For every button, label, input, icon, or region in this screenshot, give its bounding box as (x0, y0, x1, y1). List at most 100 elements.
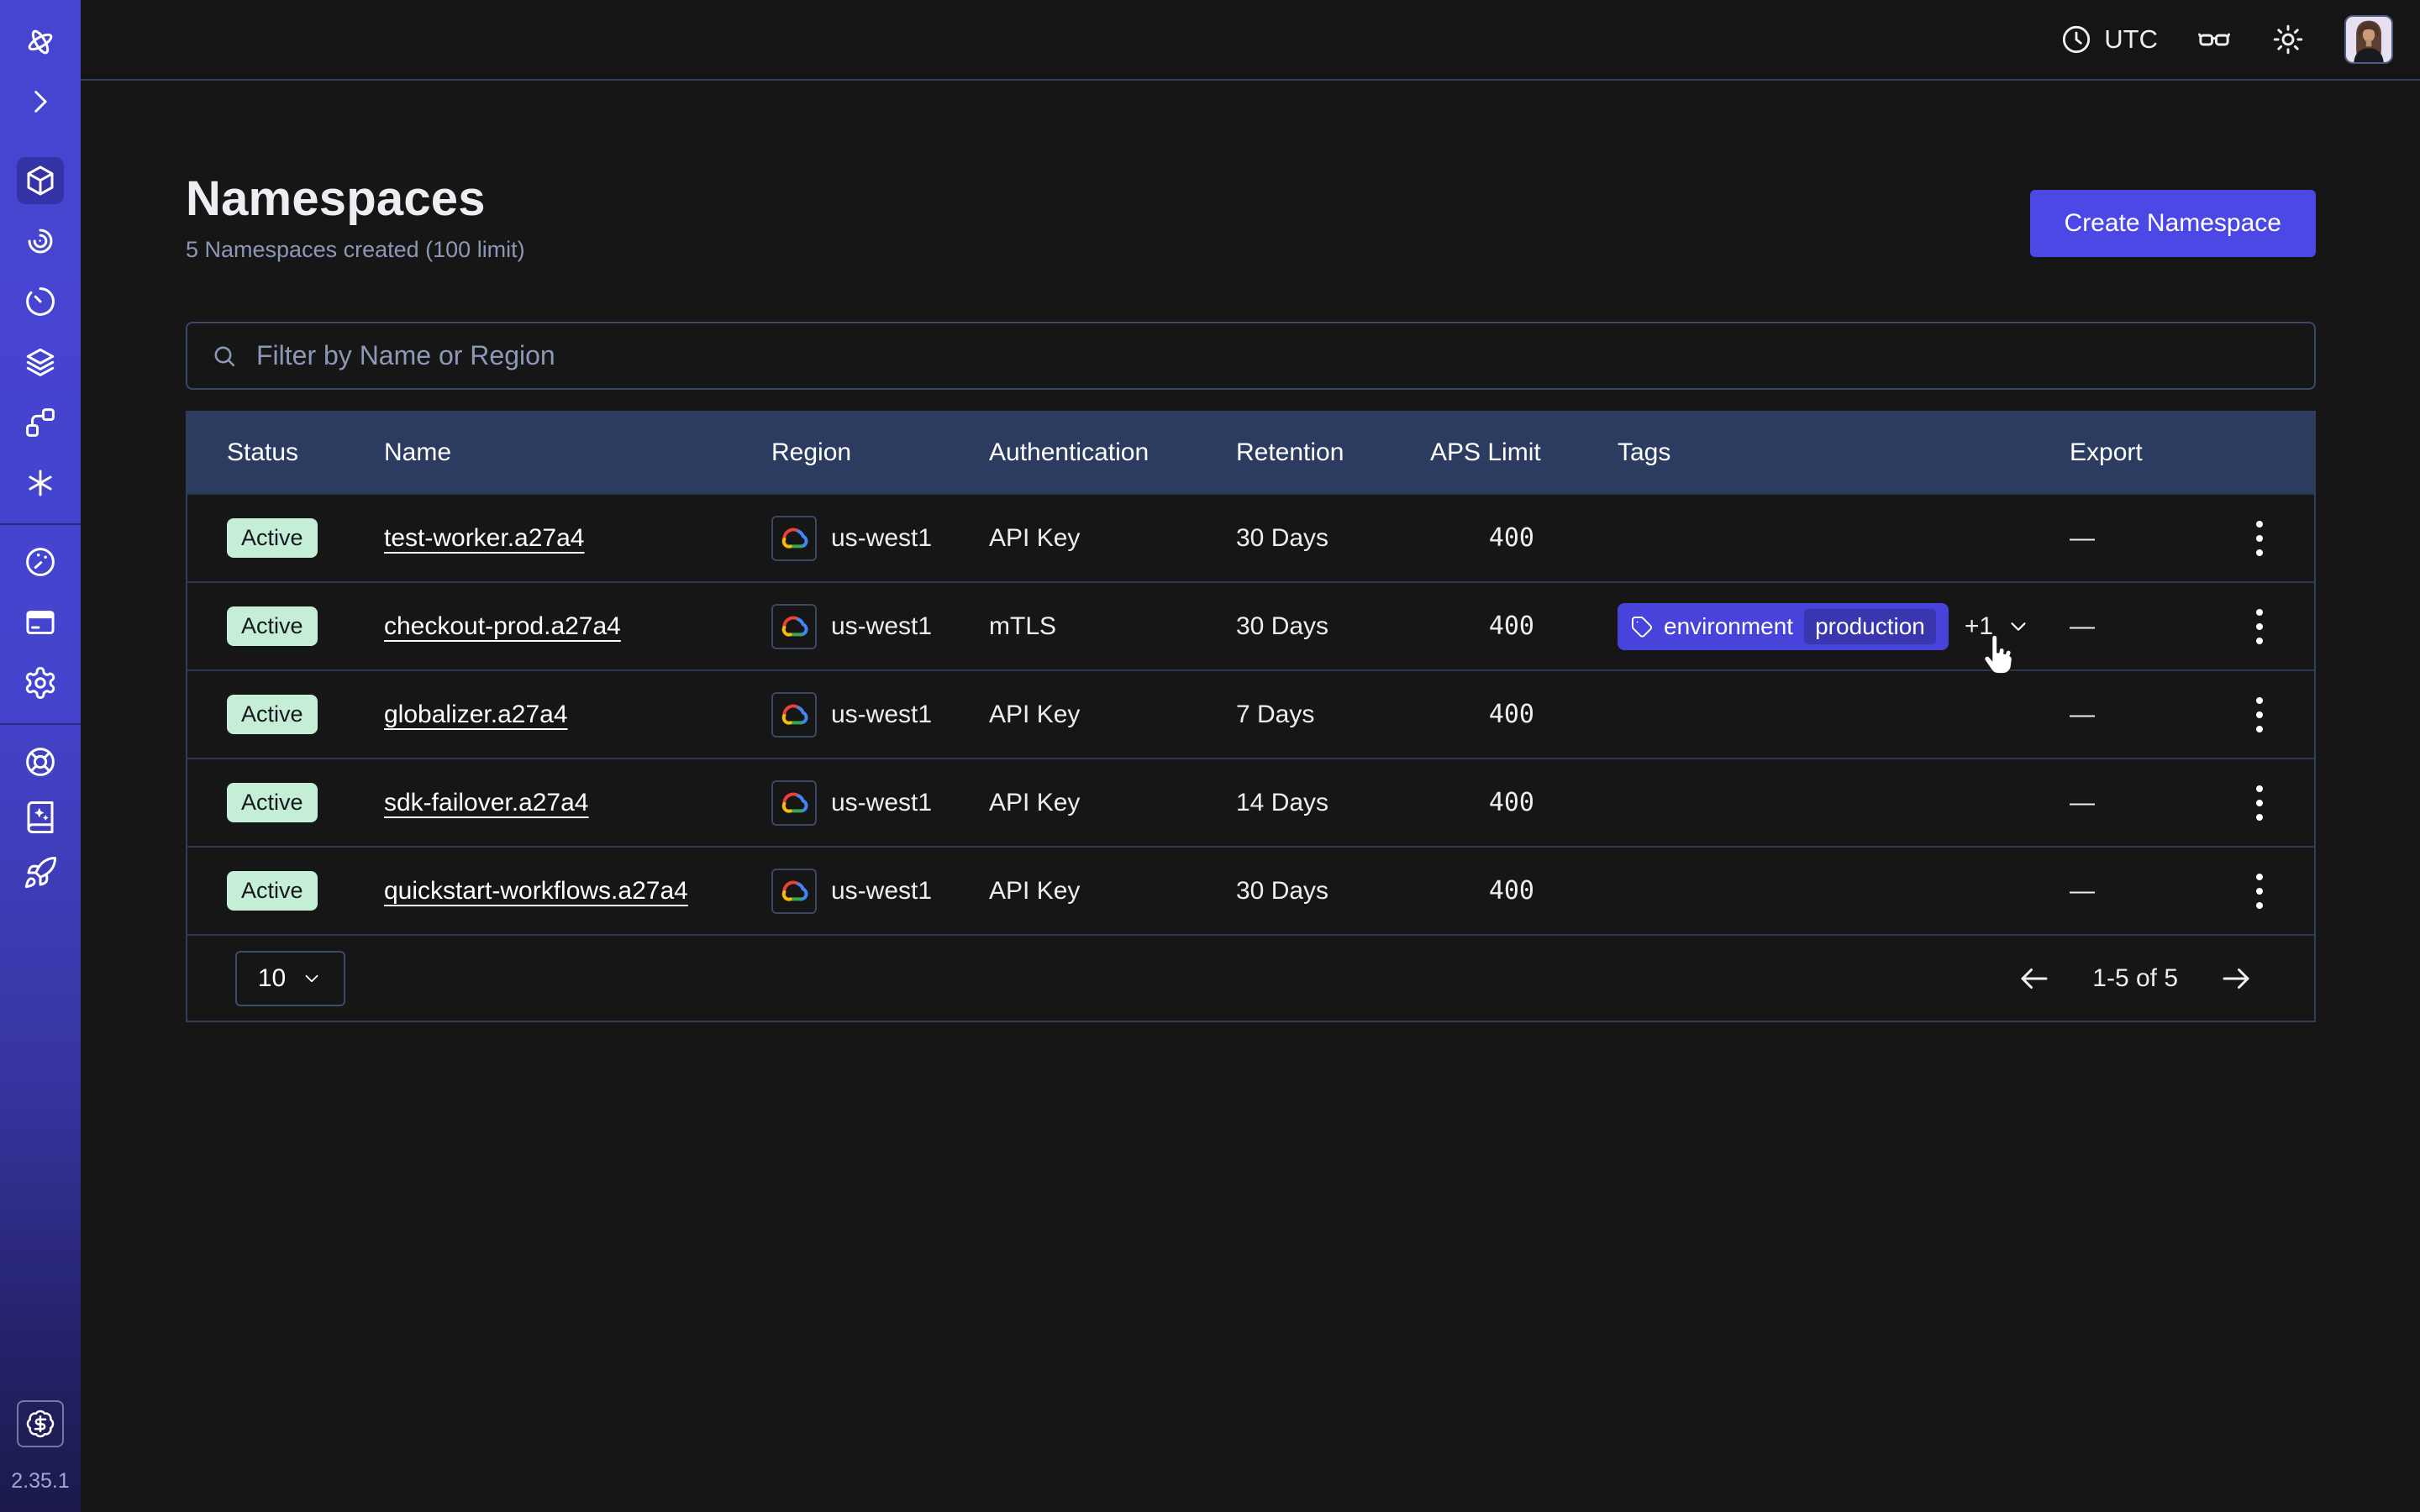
chevron-down-icon (2006, 614, 2031, 639)
sidebar-item-layers[interactable] (17, 339, 64, 386)
usage-credits-button[interactable] (17, 1400, 64, 1447)
row-menu-button[interactable] (2248, 512, 2271, 564)
namespace-link[interactable]: checkout-prod.a27a4 (384, 612, 621, 641)
rocket-icon (23, 855, 58, 890)
sidebar-footer: 2.35.1 (0, 1400, 81, 1512)
retention-cell: 14 Days (1236, 789, 1430, 817)
auth-cell: API Key (989, 524, 1236, 553)
sidebar-group (0, 18, 81, 125)
glasses-icon (2196, 22, 2232, 57)
tags-cell: environmentproduction+1 (1618, 603, 2070, 650)
region-label: us-west1 (831, 524, 932, 553)
topbar: UTC (81, 0, 2420, 81)
sidebar-item-spiral[interactable] (17, 218, 64, 265)
lifebuoy-icon (23, 744, 58, 780)
tag-icon (1630, 615, 1653, 638)
badge-dollar-icon (25, 1409, 55, 1439)
export-cell: — (2070, 524, 2204, 553)
avatar-image (2346, 51, 2391, 64)
region-cell: us-west1 (771, 780, 989, 826)
sidebar-item-workflow[interactable] (17, 399, 64, 446)
tag-value: production (1804, 609, 1936, 644)
status-badge: Active (227, 606, 318, 646)
status-badge: Active (227, 695, 318, 734)
namespace-link[interactable]: test-worker.a27a4 (384, 524, 584, 553)
sidebar-item-chevron-right[interactable] (17, 78, 64, 125)
filter-input[interactable] (256, 340, 2292, 371)
sidebar-item-temporal-logo[interactable] (17, 18, 64, 66)
chevron-right-icon (23, 84, 58, 119)
gcp-cloud-icon (771, 604, 817, 649)
table-row: Activeglobalizer.a27a4us-west1API Key7 D… (187, 669, 2314, 758)
theme-toggle-button[interactable] (2270, 22, 2306, 57)
region-cell: us-west1 (771, 516, 989, 561)
page-range-label: 1-5 of 5 (2092, 964, 2178, 993)
sun-icon (2270, 22, 2306, 57)
aps-limit-cell: 400 (1430, 612, 1618, 641)
gcp-cloud-icon (771, 692, 817, 738)
column-header-region: Region (771, 438, 989, 467)
gear-icon (23, 665, 58, 701)
namespace-link[interactable]: sdk-failover.a27a4 (384, 789, 589, 817)
aps-limit-cell: 400 (1430, 523, 1618, 553)
sidebar-nav (0, 0, 81, 896)
reader-mode-button[interactable] (2196, 22, 2232, 57)
retention-cell: 30 Days (1236, 524, 1430, 553)
column-header-retention: Retention (1236, 438, 1430, 467)
table-body: Activetest-worker.a27a4us-west1API Key30… (187, 493, 2314, 934)
gcp-cloud-icon (771, 869, 817, 914)
region-label: us-west1 (831, 612, 932, 641)
sidebar-item-gear[interactable] (17, 659, 64, 706)
table-row: Activetest-worker.a27a4us-west1API Key30… (187, 493, 2314, 581)
row-menu-button[interactable] (2248, 777, 2271, 829)
retention-cell: 30 Days (1236, 612, 1430, 641)
namespace-link[interactable]: globalizer.a27a4 (384, 701, 568, 729)
export-cell: — (2070, 789, 2204, 817)
sidebar-group (0, 157, 81, 507)
sidebar-divider (0, 523, 81, 525)
sidebar-item-lifebuoy[interactable] (17, 738, 64, 785)
tags-expand-button[interactable] (2006, 614, 2031, 639)
main-content: Namespaces 5 Namespaces created (100 lim… (81, 81, 2420, 1512)
sidebar-item-cube[interactable] (17, 157, 64, 204)
region-cell: us-west1 (771, 692, 989, 738)
page-title: Namespaces (186, 171, 525, 227)
sidebar-item-gauge[interactable] (17, 538, 64, 585)
sidebar: 2.35.1 (0, 0, 81, 1512)
namespace-link[interactable]: quickstart-workflows.a27a4 (384, 877, 688, 906)
next-page-button[interactable] (2218, 961, 2254, 996)
workflow-icon (23, 405, 58, 440)
layers-icon (23, 344, 58, 380)
column-header-export: Export (2070, 438, 2204, 467)
sidebar-group (0, 738, 81, 896)
sidebar-item-rocket[interactable] (17, 849, 64, 896)
column-header-tags: Tags (1618, 438, 2070, 467)
tag-key: environment (1664, 613, 1793, 640)
book-sparkles-icon (23, 800, 58, 835)
row-menu-button[interactable] (2248, 865, 2271, 917)
gauge-icon (23, 544, 58, 580)
sidebar-item-asterisk[interactable] (17, 459, 64, 507)
sidebar-item-timer[interactable] (17, 278, 64, 325)
region-label: us-west1 (831, 701, 932, 729)
sidebar-item-book-sparkles[interactable] (17, 794, 64, 841)
sidebar-item-card[interactable] (17, 599, 64, 646)
pagination: 1-5 of 5 (2017, 961, 2254, 996)
page-subtitle: 5 Namespaces created (100 limit) (186, 237, 525, 263)
user-avatar[interactable] (2344, 15, 2393, 64)
create-namespace-button[interactable]: Create Namespace (2030, 190, 2316, 257)
retention-cell: 7 Days (1236, 701, 1430, 729)
row-menu-button[interactable] (2248, 689, 2271, 741)
table-footer: 10 1-5 of 5 (187, 934, 2314, 1021)
region-label: us-west1 (831, 877, 932, 906)
prev-page-button[interactable] (2017, 961, 2052, 996)
page-size-select[interactable]: 10 (235, 951, 345, 1006)
region-cell: us-west1 (771, 604, 989, 649)
table-header: StatusNameRegionAuthenticationRetentionA… (187, 412, 2314, 493)
row-menu-button[interactable] (2248, 601, 2271, 653)
timezone-button[interactable]: UTC (2060, 23, 2158, 56)
page-header: Namespaces 5 Namespaces created (100 lim… (186, 171, 2316, 263)
column-header-authentication: Authentication (989, 438, 1236, 467)
tag-pill[interactable]: environment production (1618, 603, 1949, 650)
page-size-value: 10 (258, 964, 286, 993)
